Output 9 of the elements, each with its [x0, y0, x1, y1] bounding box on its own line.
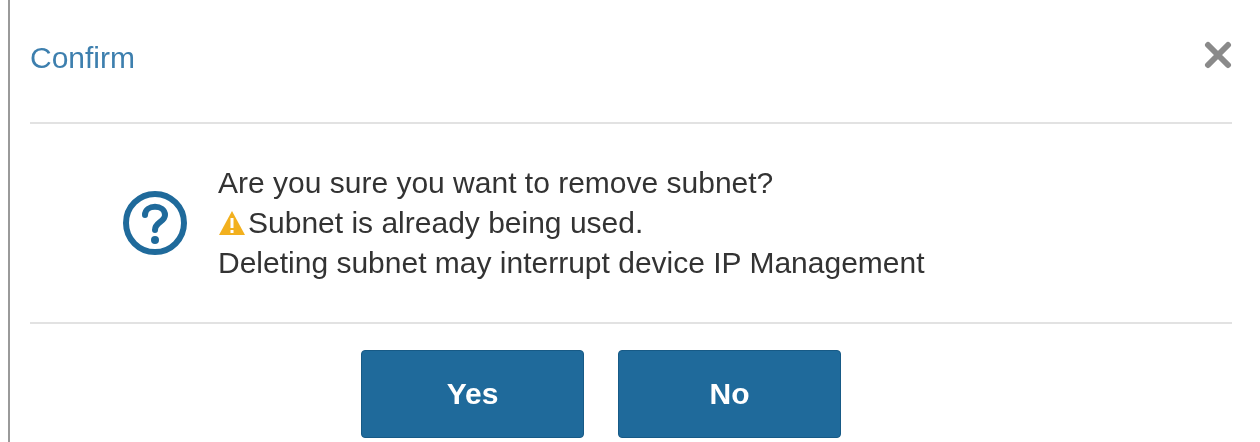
- dialog-button[interactable]: Yes: [361, 350, 584, 438]
- close-icon[interactable]: [1204, 41, 1232, 69]
- detail-text: Deleting subnet may interrupt device IP Management: [218, 245, 925, 281]
- dialog-title: Confirm: [30, 41, 135, 75]
- dialog-button[interactable]: No: [618, 350, 841, 438]
- warning-icon: [218, 210, 246, 236]
- question-text: Are you sure you want to remove subnet?: [218, 165, 775, 201]
- question-icon: [122, 190, 188, 256]
- warning-text: Subnet is already being used.: [248, 205, 644, 241]
